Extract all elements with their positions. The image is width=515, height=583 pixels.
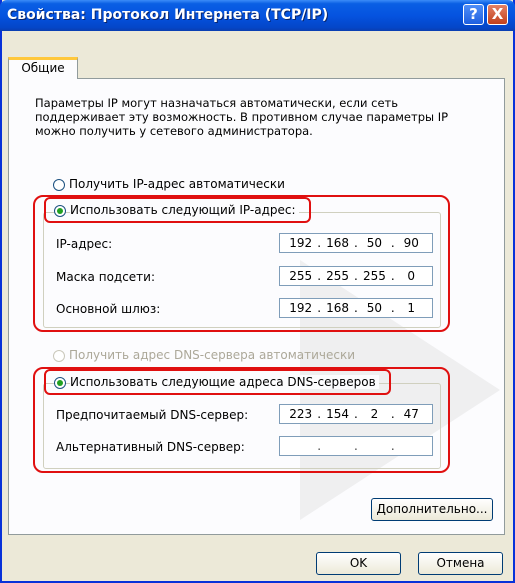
dns-group-box (43, 383, 441, 469)
dns-manual-radio[interactable] (54, 377, 66, 389)
description-text: Параметры IP могут назначаться автоматич… (35, 96, 449, 138)
subnet-mask-label: Маска подсети: (56, 270, 156, 284)
gateway-label: Основной шлюз: (56, 302, 161, 316)
gateway-field[interactable]: 192. 168. 50. 1 (279, 298, 433, 318)
preferred-dns-label: Предпочитаемый DNS-сервер: (56, 408, 249, 422)
preferred-dns-field[interactable]: 223. 154. 2. 47 (279, 404, 433, 424)
advanced-button[interactable]: Дополнительно... (371, 498, 493, 521)
dns-manual-label: Использовать следующие адреса DNS-сервер… (70, 375, 379, 389)
ip-address-label: IP-адрес: (56, 237, 113, 251)
close-icon[interactable]: X (487, 4, 508, 25)
subnet-mask-field[interactable]: 255. 255. 255. 0 (279, 266, 433, 286)
dns-auto-radio[interactable] (53, 350, 65, 362)
ip-manual-label: Использовать следующий IP-адрес: (70, 203, 299, 217)
ip-auto-radio[interactable] (53, 179, 65, 191)
ip-auto-label: Получить IP-адрес автоматически (69, 177, 285, 191)
ip-address-field[interactable]: 192. 168. 50. 90 (279, 233, 433, 253)
alternate-dns-label: Альтернативный DNS-сервер: (56, 440, 245, 454)
dns-auto-label: Получить адрес DNS-сервера автоматически (69, 348, 356, 362)
title-bar[interactable]: Свойства: Протокол Интернета (TCP/IP) ? … (0, 0, 515, 31)
cancel-button[interactable]: Отмена (418, 552, 503, 575)
alternate-dns-field[interactable]: ... (279, 436, 433, 456)
ok-button[interactable]: OK (316, 552, 401, 575)
ip-manual-radio[interactable] (54, 205, 66, 217)
window-title: Свойства: Протокол Интернета (TCP/IP) (7, 7, 329, 23)
help-icon[interactable]: ? (463, 4, 484, 25)
tab-general[interactable]: Общие (8, 57, 78, 79)
